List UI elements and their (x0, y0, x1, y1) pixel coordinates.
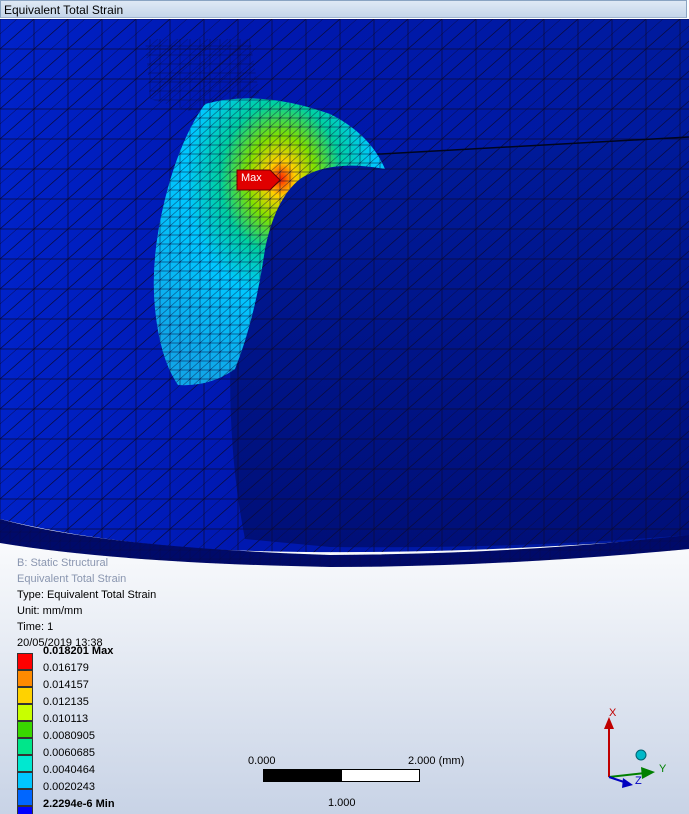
info-line-2: Equivalent Total Strain (17, 573, 127, 585)
axis-triad[interactable]: X Y Z (595, 701, 675, 791)
legend-label: 0.018201 Max (43, 645, 114, 657)
legend-swatch (17, 738, 33, 755)
legend-swatch (17, 704, 33, 721)
scale-bar-graphic (263, 769, 420, 782)
legend-label: 0.0040464 (43, 764, 95, 776)
legend-label: 0.012135 (43, 696, 89, 708)
legend-swatch (17, 687, 33, 704)
legend-label: 0.0080905 (43, 730, 95, 742)
scale-mid-label: 1.000 (328, 797, 356, 809)
graphics-viewport[interactable]: Max B: Static Structural Equivalent Tota… (0, 19, 689, 814)
triad-x-label: X (609, 707, 617, 719)
info-type: Type: Equivalent Total Strain (17, 589, 157, 601)
scale-start-label: 0.000 (248, 755, 276, 767)
result-info-block: B: Static Structural Equivalent Total St… (17, 555, 156, 651)
legend-swatch (17, 653, 33, 670)
max-probe-label: Max (241, 172, 262, 184)
scale-bar: 0.000 2.000 (mm) 1.000 (248, 755, 464, 814)
legend-label: 0.0020243 (43, 781, 95, 793)
legend-swatch (17, 721, 33, 738)
legend-swatch (17, 755, 33, 772)
window-title-bar: Equivalent Total Strain (0, 0, 687, 18)
info-line-1: B: Static Structural (17, 557, 109, 569)
triad-y-label: Y (659, 763, 667, 775)
max-probe-marker[interactable]: Max (236, 169, 282, 196)
legend-label: 0.016179 (43, 662, 89, 674)
legend-label: 0.0060685 (43, 747, 95, 759)
scale-end-label: 2.000 (mm) (408, 755, 465, 767)
legend-swatch (17, 806, 33, 814)
legend-swatch (17, 772, 33, 789)
triad-z-label: Z (635, 775, 642, 787)
window-title: Equivalent Total Strain (4, 3, 124, 17)
legend-label: 0.014157 (43, 679, 89, 691)
legend-swatch (17, 789, 33, 806)
legend-swatch (17, 670, 33, 687)
legend-label: 0.010113 (43, 713, 89, 725)
legend-label: 2.2294e-6 Min (43, 798, 115, 810)
info-unit: Unit: mm/mm (17, 605, 83, 617)
info-time: Time: 1 (17, 621, 54, 633)
